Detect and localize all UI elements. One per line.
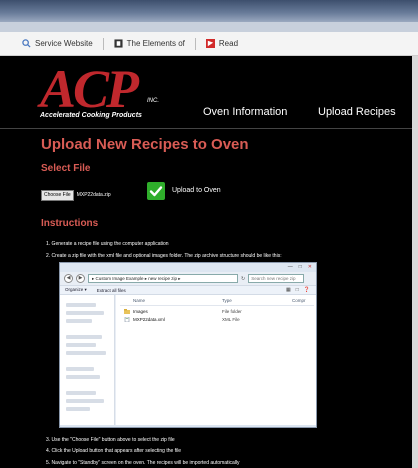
blurred-item	[66, 343, 96, 347]
explorer-statusbar	[60, 425, 316, 427]
chosen-file-name: MXP22data.zip	[76, 192, 111, 198]
instruction-step: 4. Click the Upload button that appears …	[46, 448, 182, 454]
bookmark-elements[interactable]: The Elements of	[114, 39, 185, 48]
blurred-item	[66, 407, 90, 411]
explorer-toolbar: Organize ▾ Extract all files ▦ □ ❓	[60, 285, 316, 295]
help-icon: ❓	[303, 287, 310, 293]
bookmarks-bar: Service Website The Elements of Read	[0, 32, 418, 56]
file-name: Images	[133, 309, 148, 314]
bookmark-divider	[102, 37, 104, 50]
choose-file-button[interactable]: Choose File	[41, 189, 74, 201]
blurred-item	[66, 335, 102, 339]
minimize-icon: —	[287, 264, 293, 270]
main-nav: Oven Information Upload Recipes	[0, 106, 418, 122]
maximize-icon: □	[298, 264, 302, 270]
file-name: MXP22data.xml	[133, 317, 165, 322]
file-picker: Choose File MXP22data.zip	[41, 189, 111, 201]
file-type: File folder	[222, 309, 242, 314]
blurred-item	[66, 311, 104, 315]
back-icon: ◀	[64, 274, 73, 283]
select-file-heading: Select File	[41, 163, 91, 174]
bookmark-label: Service Website	[35, 39, 93, 48]
page-content: ACP INC. Accelerated Cooking Products Ov…	[0, 56, 418, 468]
blurred-item	[66, 391, 96, 395]
forward-icon: ▶	[76, 274, 85, 283]
search-icon	[22, 39, 31, 48]
blurred-item	[66, 367, 94, 371]
column-name: Name	[133, 298, 146, 303]
bookmark-divider	[194, 37, 196, 50]
zip-structure-screenshot: — □ ✕ ◀ ▶ ▸ Custom Image Example ▸ new r…	[59, 262, 317, 428]
view-icon: ▦	[286, 287, 291, 293]
blurred-item	[66, 375, 100, 379]
instruction-step: 2. Create a zip file with the xml file a…	[46, 253, 282, 259]
column-divider	[120, 305, 314, 306]
bookmark-service-website[interactable]: Service Website	[22, 39, 93, 48]
blurred-item	[66, 319, 92, 323]
bookmark-read[interactable]: Read	[205, 39, 239, 48]
page-title: Upload New Recipes to Oven	[41, 136, 249, 153]
instruction-step: 1. Generate a recipe file using the comp…	[46, 241, 169, 247]
book-icon	[114, 39, 123, 48]
explorer-search: Search new recipe zip	[248, 274, 305, 283]
organize-menu: Organize ▾	[65, 287, 87, 292]
pane-icon: □	[295, 287, 299, 293]
column-type: Type	[222, 298, 232, 303]
bookmark-label: The Elements of	[126, 39, 185, 48]
explorer-titlebar: — □ ✕	[60, 263, 316, 272]
instruction-step: 3. Use the "Choose File" button above to…	[46, 437, 175, 443]
address-bar: ▸ Custom Image Example ▸ new recipe zip …	[88, 274, 238, 283]
logo-inc: INC.	[147, 98, 159, 104]
refresh-icon: ↻	[241, 275, 246, 282]
file-row: MXP22data.xml XML File	[124, 317, 314, 324]
scrollbar[interactable]	[412, 56, 418, 468]
bookmark-label: Read	[218, 39, 239, 48]
folder-icon	[124, 309, 130, 314]
explorer-address-row: ◀ ▶ ▸ Custom Image Example ▸ new recipe …	[60, 272, 316, 285]
file-type: XML File	[222, 317, 240, 322]
red-flag-icon	[205, 39, 215, 48]
header-divider	[0, 128, 418, 129]
browser-titlebar	[0, 0, 418, 22]
extract-all-button: Extract all files	[96, 287, 126, 293]
close-icon: ✕	[307, 264, 312, 270]
nav-oven-information[interactable]: Oven Information	[203, 106, 287, 118]
instructions-heading: Instructions	[41, 218, 99, 229]
file-row: Images File folder	[124, 309, 314, 316]
window-controls: — □ ✕	[288, 264, 312, 270]
blurred-item	[66, 351, 106, 355]
blurred-item	[66, 303, 96, 307]
column-compressed: Compr	[292, 298, 306, 303]
explorer-file-list: Name Type Compr Images File folder MXP22…	[116, 295, 316, 427]
view-controls: ▦ □ ❓	[286, 287, 310, 293]
instruction-step: 5. Navigate to "Standby" screen on the o…	[46, 460, 240, 466]
blurred-item	[66, 399, 104, 403]
nav-upload-recipes[interactable]: Upload Recipes	[318, 106, 396, 118]
xml-file-icon	[124, 317, 130, 322]
upload-button[interactable]	[147, 182, 165, 200]
upload-label[interactable]: Upload to Oven	[172, 187, 221, 194]
checkmark-icon	[149, 186, 163, 197]
explorer-nav-pane	[60, 295, 115, 427]
browser-tabstrip	[0, 22, 418, 32]
